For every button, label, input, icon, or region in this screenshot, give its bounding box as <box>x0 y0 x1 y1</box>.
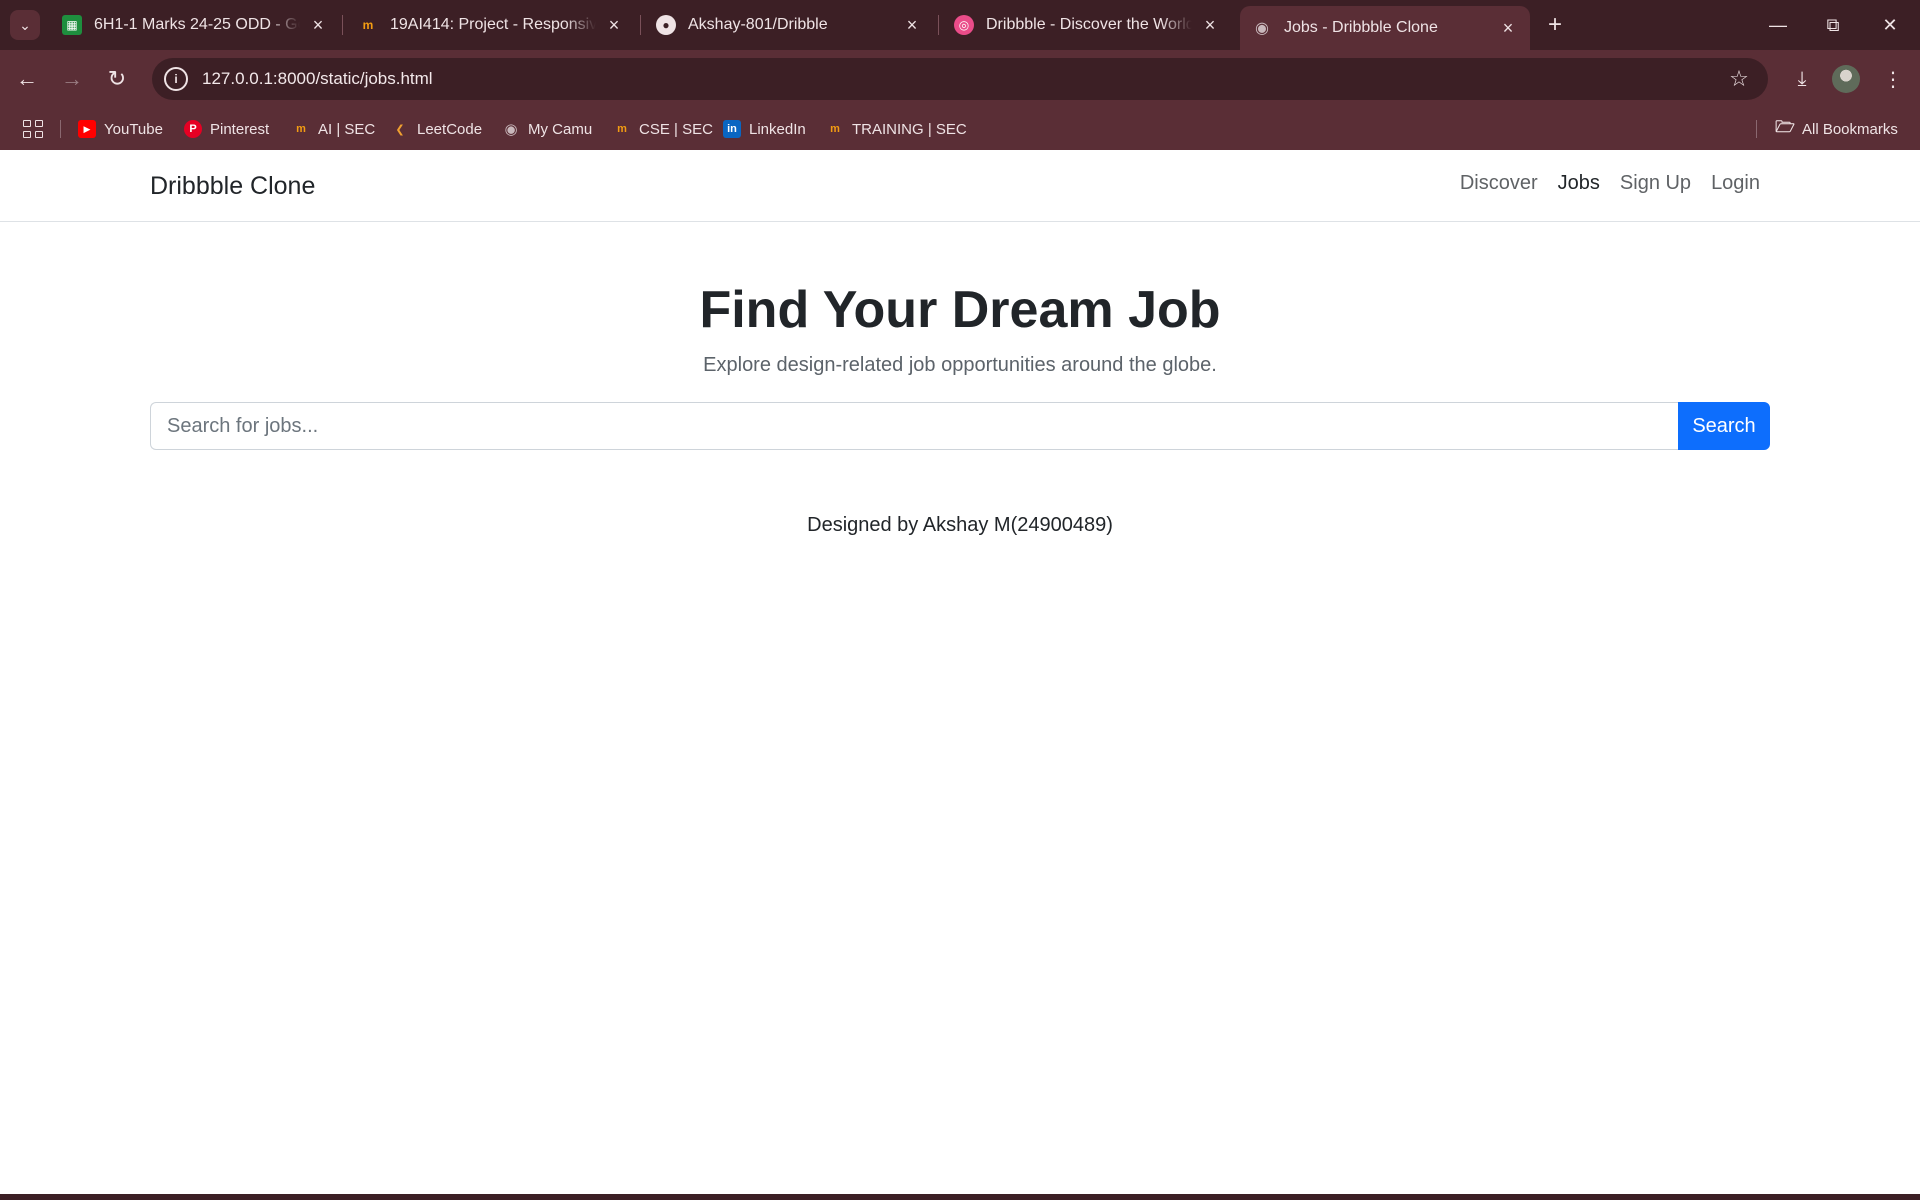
moodle-icon: m <box>296 123 306 135</box>
browser-chrome: ⌄ ▦ 6H1-1 Marks 24-25 ODD - Goo × m 19AI… <box>0 0 1920 150</box>
pinterest-icon: P <box>184 120 202 138</box>
plus-icon: + <box>1547 11 1562 38</box>
tab-separator <box>640 15 641 35</box>
page-subtitle: Explore design-related job opportunities… <box>703 354 1217 376</box>
nav-link-login[interactable]: Login <box>1711 172 1760 195</box>
reload-button[interactable]: ↻ <box>100 62 134 96</box>
tab-separator <box>938 15 939 35</box>
footer-credit: Designed by Akshay M(24900489) <box>807 514 1113 536</box>
bookmarks-divider <box>1756 120 1757 138</box>
page-content: Dribbble Clone Discover Jobs Sign Up Log… <box>0 150 1920 1194</box>
site-info-icon[interactable]: i <box>164 67 188 91</box>
bookmark-ai-sec[interactable]: m AI | SEC <box>292 116 375 142</box>
bookmark-cse-sec[interactable]: m CSE | SEC <box>613 116 713 142</box>
back-button[interactable]: ← <box>10 62 44 96</box>
close-window-button[interactable]: ✕ <box>1870 8 1910 42</box>
bookmark-youtube[interactable]: ▶ YouTube <box>78 116 163 142</box>
more-vert-icon: ⋮ <box>1883 68 1903 91</box>
brand-logo[interactable]: Dribbble Clone <box>150 172 315 201</box>
nav-links: Discover Jobs Sign Up Login <box>1460 172 1760 195</box>
menu-button[interactable]: ⋮ <box>1876 62 1910 96</box>
close-icon: ✕ <box>1882 14 1898 35</box>
globe-icon: ◉ <box>1255 20 1269 37</box>
address-bar[interactable]: i 127.0.0.1:8000/static/jobs.html ☆ <box>152 58 1768 100</box>
dribbble-icon: ◎ <box>954 15 974 35</box>
globe-icon: ◉ <box>504 121 518 138</box>
youtube-icon: ▶ <box>78 120 96 138</box>
search-button[interactable]: Search <box>1678 402 1770 450</box>
close-tab-icon[interactable]: × <box>902 15 922 36</box>
bookmark-linkedin[interactable]: in LinkedIn <box>723 116 806 142</box>
close-tab-icon[interactable]: × <box>1498 18 1518 39</box>
tab-project[interactable]: m 19AI414: Project - Responsive W × <box>346 6 636 44</box>
reload-icon: ↻ <box>107 66 127 91</box>
sheets-icon: ▦ <box>62 15 82 35</box>
bookmark-training-sec[interactable]: m TRAINING | SEC <box>826 116 967 142</box>
tab-marks-sheet[interactable]: ▦ 6H1-1 Marks 24-25 ODD - Goo × <box>50 6 340 44</box>
job-search-input[interactable] <box>150 402 1678 450</box>
close-tab-icon[interactable]: × <box>1200 15 1220 36</box>
github-icon: ● <box>656 15 676 35</box>
nav-link-discover[interactable]: Discover <box>1460 172 1538 195</box>
restore-button[interactable]: ⧉ <box>1813 8 1853 42</box>
page-title: Find Your Dream Job <box>699 281 1221 339</box>
tab-strip: ⌄ ▦ 6H1-1 Marks 24-25 ODD - Goo × m 19AI… <box>0 0 1920 50</box>
close-tab-icon[interactable]: × <box>308 15 328 36</box>
bookmark-star-icon[interactable]: ☆ <box>1724 64 1754 94</box>
linkedin-icon: in <box>723 120 741 138</box>
close-tab-icon[interactable]: × <box>604 15 624 36</box>
moodle-icon: m <box>830 123 840 135</box>
arrow-right-icon: → <box>61 66 83 91</box>
tab-search-button[interactable]: ⌄ <box>10 10 40 40</box>
arrow-left-icon: ← <box>16 66 38 91</box>
browser-toolbar: ← → ↻ i 127.0.0.1:8000/static/jobs.html … <box>0 50 1920 108</box>
bookmark-pinterest[interactable]: P Pinterest <box>184 116 269 142</box>
downloads-button[interactable]: ⤓ <box>1785 62 1819 96</box>
moodle-icon: m <box>617 123 627 135</box>
tab-jobs-active[interactable]: ◉ Jobs - Dribbble Clone × <box>1240 6 1530 50</box>
apps-grid-icon[interactable] <box>20 117 44 141</box>
folder-icon: 🗁 <box>1775 118 1795 136</box>
nav-link-sign-up[interactable]: Sign Up <box>1620 172 1691 195</box>
window-bottom-edge <box>0 1194 1920 1200</box>
all-bookmarks-button[interactable]: 🗁 All Bookmarks <box>1775 116 1898 142</box>
tab-separator <box>342 15 343 35</box>
tab-github[interactable]: ● Akshay-801/Dribble × <box>644 6 934 44</box>
url-text[interactable]: 127.0.0.1:8000/static/jobs.html <box>202 69 1724 89</box>
job-search-form: Search <box>150 402 1770 450</box>
minimize-icon: — <box>1769 14 1787 35</box>
forward-button[interactable]: → <box>55 62 89 96</box>
download-icon: ⤓ <box>1797 67 1807 90</box>
moodle-icon: m <box>362 18 374 32</box>
nav-link-jobs[interactable]: Jobs <box>1558 172 1600 195</box>
bookmarks-bar: ▶ YouTube P Pinterest m AI | SEC ❮ LeetC… <box>0 108 1920 150</box>
bookmark-my-camu[interactable]: ◉ My Camu <box>502 116 592 142</box>
profile-avatar[interactable] <box>1832 65 1860 93</box>
bookmarks-divider <box>60 120 61 138</box>
chevron-down-icon: ⌄ <box>19 16 31 33</box>
minimize-button[interactable]: — <box>1758 8 1798 42</box>
restore-icon: ⧉ <box>1826 14 1840 35</box>
new-tab-button[interactable]: + <box>1540 10 1570 40</box>
tab-dribbble[interactable]: ◎ Dribbble - Discover the World's × <box>942 6 1232 44</box>
site-navbar: Dribbble Clone Discover Jobs Sign Up Log… <box>0 150 1920 222</box>
leetcode-icon: ❮ <box>395 123 405 136</box>
bookmark-leetcode[interactable]: ❮ LeetCode <box>391 116 482 142</box>
